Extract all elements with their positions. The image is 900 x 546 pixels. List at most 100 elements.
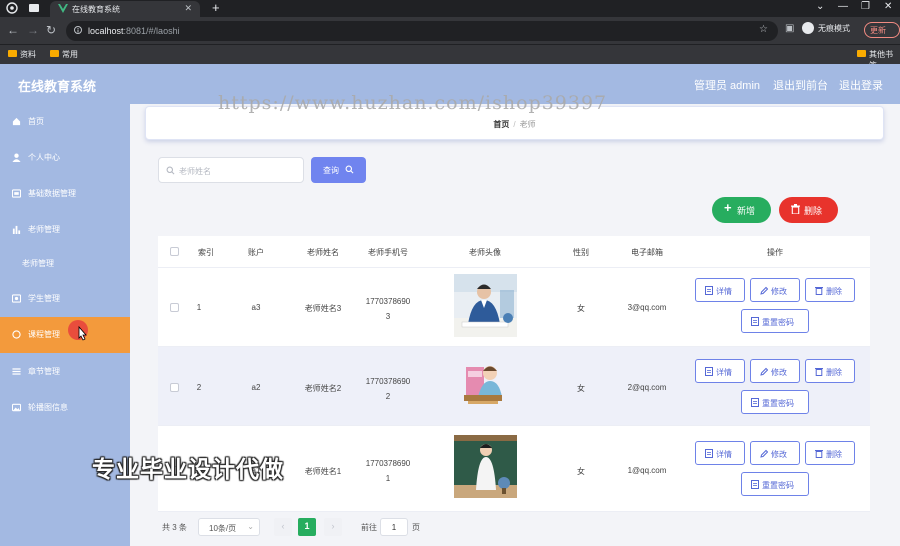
vue-logo-icon <box>58 4 68 13</box>
cell-email: 2@qq.com <box>627 383 667 392</box>
teacher-name-search-input[interactable]: 老师姓名 <box>158 157 304 183</box>
page-number-current[interactable]: 1 <box>298 518 316 536</box>
reset-password-button[interactable]: 重置密码 <box>741 472 809 496</box>
edit-button[interactable]: 修改 <box>750 278 800 302</box>
batch-delete-button[interactable]: 删除 <box>779 197 838 223</box>
reset-password-button[interactable]: 重置密码 <box>741 309 809 333</box>
detail-label: 详情 <box>716 287 732 296</box>
page-size-value: 10条/页 <box>209 524 237 533</box>
teacher-avatar[interactable] <box>454 353 517 416</box>
add-button[interactable]: + 新增 <box>712 197 771 223</box>
delete-button[interactable]: 删除 <box>805 278 855 302</box>
window-minimize-icon[interactable]: — <box>838 1 848 12</box>
bookmark-folder[interactable]: 资料 <box>8 49 36 60</box>
next-page-button[interactable]: › <box>324 518 342 536</box>
add-button-label: 新增 <box>737 206 756 216</box>
bookmark-folder[interactable]: 常用 <box>50 49 78 60</box>
document-icon <box>705 286 713 295</box>
row-checkbox[interactable] <box>170 303 179 312</box>
folder-icon <box>50 50 59 57</box>
incognito-indicator[interactable]: 无痕模式 <box>802 22 850 34</box>
student-icon <box>12 294 21 303</box>
edit-button[interactable]: 修改 <box>750 359 800 383</box>
bookmark-star-icon[interactable]: ☆ <box>759 24 768 35</box>
cell-gender: 女 <box>577 467 585 476</box>
detail-button[interactable]: 详情 <box>695 359 745 383</box>
reset-password-label: 重置密码 <box>762 481 794 490</box>
detail-button[interactable]: 详情 <box>695 441 745 465</box>
image-icon <box>12 403 21 412</box>
cell-phone: 1770378690 2 <box>366 374 411 404</box>
goto-page-input[interactable]: 1 <box>380 518 408 536</box>
phone-line: 1 <box>385 474 391 483</box>
sidebar-subitem-teacher-mgmt[interactable]: 老师管理 <box>0 246 130 282</box>
row-checkbox[interactable] <box>170 383 179 392</box>
sidebar-item-student-mgmt[interactable]: 学生管理 <box>0 281 130 317</box>
plus-icon: + <box>724 200 732 215</box>
sidebar-item-profile[interactable]: 个人中心 <box>0 140 130 176</box>
window-restore-icon[interactable]: ❐ <box>861 1 870 12</box>
logout-link[interactable]: 退出登录 <box>839 77 883 93</box>
edit-button[interactable]: 修改 <box>750 441 800 465</box>
table-header: 索引 账户 老师姓名 老师手机号 老师头像 性别 电子邮箱 操作 <box>158 236 870 268</box>
update-button[interactable]: 更新 <box>864 22 900 38</box>
delete-button[interactable]: 删除 <box>805 359 855 383</box>
column-header: 操作 <box>767 248 783 257</box>
exit-to-front-link[interactable]: 退出到前台 <box>773 77 828 93</box>
cell-name: 老师姓名3 <box>304 304 342 313</box>
reload-icon[interactable]: ↻ <box>46 23 56 37</box>
sidebar-item-base-data[interactable]: 基础数据管理 <box>0 176 130 212</box>
breadcrumb-home[interactable]: 首页 <box>493 120 509 129</box>
teacher-avatar[interactable] <box>454 274 517 337</box>
sidebar-item-label: 个人中心 <box>28 153 60 162</box>
column-header: 老师手机号 <box>368 248 408 257</box>
folder-icon <box>8 50 17 57</box>
site-info-icon[interactable] <box>74 25 82 35</box>
back-icon[interactable]: ← <box>7 23 19 37</box>
browser-menu-icon[interactable] <box>6 2 18 14</box>
delete-button[interactable]: 删除 <box>805 441 855 465</box>
delete-button-label: 删除 <box>804 206 823 216</box>
phone-line: 1770378690 <box>365 377 411 386</box>
search-placeholder: 老师姓名 <box>179 167 211 176</box>
cell-account: a2 <box>251 383 261 392</box>
reset-password-button[interactable]: 重置密码 <box>741 390 809 414</box>
sidebar-item-course-mgmt[interactable]: 课程管理 <box>0 317 130 353</box>
sidebar-item-chapter-mgmt[interactable]: 章节管理 <box>0 354 130 390</box>
sidebar-item-teacher-mgmt[interactable]: 老师管理 <box>0 212 130 248</box>
sidebar-item-carousel[interactable]: 轮播图信息 <box>0 390 130 426</box>
window-collapse-icon[interactable]: ⌄ <box>816 1 824 12</box>
bookmarks-bar: 资料 常用 其他书签 <box>0 44 900 70</box>
document-icon <box>751 480 759 489</box>
cell-gender: 女 <box>577 384 585 393</box>
home-icon <box>12 117 21 126</box>
cell-index: 1 <box>196 303 202 312</box>
phone-line: 1770378690 <box>365 297 411 306</box>
watermark: https://www.huzhan.com/ishop39397 <box>218 92 608 114</box>
delete-label: 删除 <box>826 450 842 459</box>
window-close-icon[interactable]: ✕ <box>884 1 892 12</box>
chart-icon <box>12 225 21 234</box>
trash-icon <box>815 450 823 458</box>
browser-toolbar: ← → ↻ localhost:8081/#/laoshi ☆ ▣ 无痕模式 更… <box>0 17 900 44</box>
detail-button[interactable]: 详情 <box>695 278 745 302</box>
select-all-checkbox[interactable] <box>170 247 179 256</box>
trash-icon <box>791 204 800 214</box>
app-title: 在线教育系统 <box>18 79 97 94</box>
edit-icon <box>760 367 768 376</box>
new-tab-icon[interactable]: + <box>212 0 220 15</box>
address-bar[interactable]: localhost:8081/#/laoshi ☆ <box>66 21 778 41</box>
prev-page-button[interactable]: ‹ <box>274 518 292 536</box>
trash-icon <box>815 368 823 376</box>
teacher-avatar[interactable] <box>454 435 517 498</box>
list-icon <box>12 368 21 375</box>
tab-list-icon[interactable] <box>28 2 40 14</box>
forward-icon[interactable]: → <box>27 23 39 37</box>
column-header: 老师姓名 <box>307 248 339 257</box>
browser-tab[interactable]: 在线教育系统 ✕ <box>50 1 200 17</box>
search-button[interactable]: 查询 <box>311 157 366 183</box>
sidebar-item-home[interactable]: 首页 <box>0 104 130 140</box>
side-panel-icon[interactable]: ▣ <box>785 23 794 34</box>
page-size-select[interactable]: 10条/页 ⌄ <box>198 518 260 536</box>
tab-close-icon[interactable]: ✕ <box>184 3 192 14</box>
